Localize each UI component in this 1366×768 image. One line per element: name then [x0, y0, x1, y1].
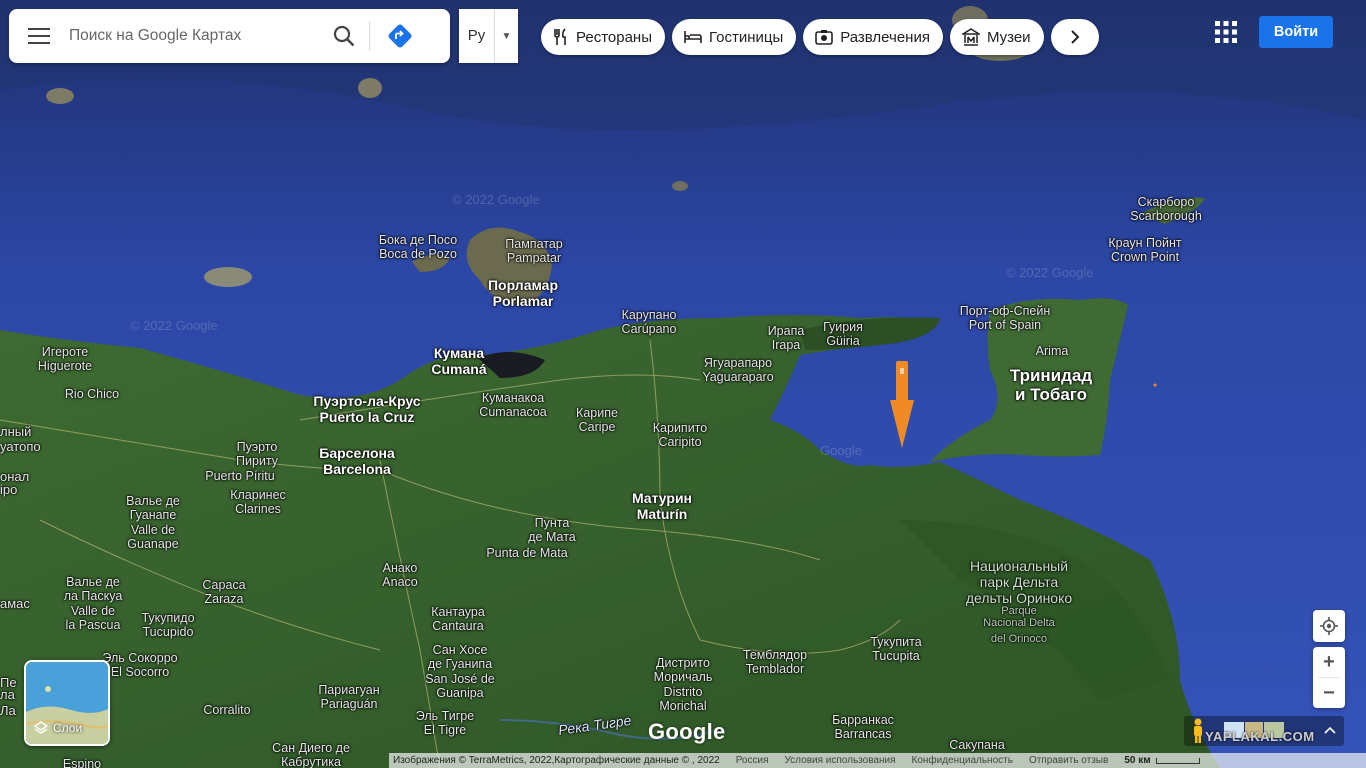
fork-knife-icon — [554, 28, 566, 45]
chip-label: Рестораны — [576, 28, 652, 46]
chip-hotels[interactable]: Гостиницы — [671, 19, 797, 55]
camera-icon — [815, 30, 834, 45]
country-link[interactable]: Россия — [728, 755, 777, 766]
privacy-link[interactable]: Конфиденциальность — [904, 755, 1021, 766]
menu-button[interactable] — [9, 9, 69, 63]
map-imagery — [0, 0, 1366, 768]
chip-museums[interactable]: Музеи — [949, 19, 1044, 55]
directions-button[interactable] — [370, 9, 430, 63]
zoom-out-button[interactable]: − — [1313, 678, 1345, 708]
hamburger-menu-icon — [28, 28, 50, 44]
scale-ruler — [1155, 757, 1200, 764]
layers-toggle[interactable]: Слои — [24, 660, 110, 746]
chip-label: Развлечения — [840, 28, 930, 46]
chevron-up-icon[interactable] — [1324, 726, 1336, 734]
crosshair-icon — [1320, 617, 1338, 635]
chip-entertainment[interactable]: Развлечения — [803, 19, 943, 55]
directions-icon — [388, 24, 412, 48]
chips-next-button[interactable] — [1050, 19, 1099, 55]
scale-label: 50 км — [1124, 755, 1151, 766]
museum-icon — [961, 28, 980, 46]
chip-label: Музеи — [986, 28, 1031, 46]
signin-button[interactable]: Войти — [1259, 16, 1333, 48]
category-chips: Рестораны Гостиницы Развлечения Музеи — [541, 19, 1099, 55]
satellite-map[interactable]: Бока де Посо Boca de Pozo Пампатар Pampatar… — [0, 0, 1366, 768]
pegman-icon[interactable] — [1191, 718, 1205, 744]
bed-icon — [684, 31, 702, 43]
language-code: Ру — [459, 9, 495, 63]
my-location-button[interactable] — [1313, 610, 1345, 642]
chevron-down-icon: ▼ — [501, 30, 512, 42]
feedback-link[interactable]: Отправить отзыв — [1021, 755, 1116, 766]
zoom-in-button[interactable]: + — [1313, 647, 1345, 677]
layers-icon — [34, 721, 48, 734]
imagery-credit: Изображения © TerraMetrics, 2022,Картогр… — [393, 755, 720, 766]
apps-grid-icon[interactable] — [1213, 19, 1239, 45]
search-icon — [333, 25, 355, 47]
search-input[interactable] — [69, 27, 319, 45]
zoom-control: + − — [1313, 647, 1345, 708]
chip-label: Гостиницы — [708, 28, 784, 46]
layers-label: Слои — [34, 721, 82, 735]
terms-link[interactable]: Условия использования — [777, 755, 904, 766]
chevron-right-icon — [1070, 30, 1079, 44]
search-button[interactable] — [319, 9, 369, 63]
yaplakal-watermark: YAPLAKAL.COM — [1205, 729, 1315, 744]
search-box — [9, 9, 450, 63]
attribution-bar: Изображения © TerraMetrics, 2022,Картогр… — [389, 753, 1366, 768]
google-logo: Google — [648, 719, 726, 744]
scale-bar[interactable]: 50 км — [1116, 755, 1207, 766]
language-selector[interactable]: Ру ▼ — [459, 9, 518, 63]
chip-restaurants[interactable]: Рестораны — [541, 19, 665, 55]
